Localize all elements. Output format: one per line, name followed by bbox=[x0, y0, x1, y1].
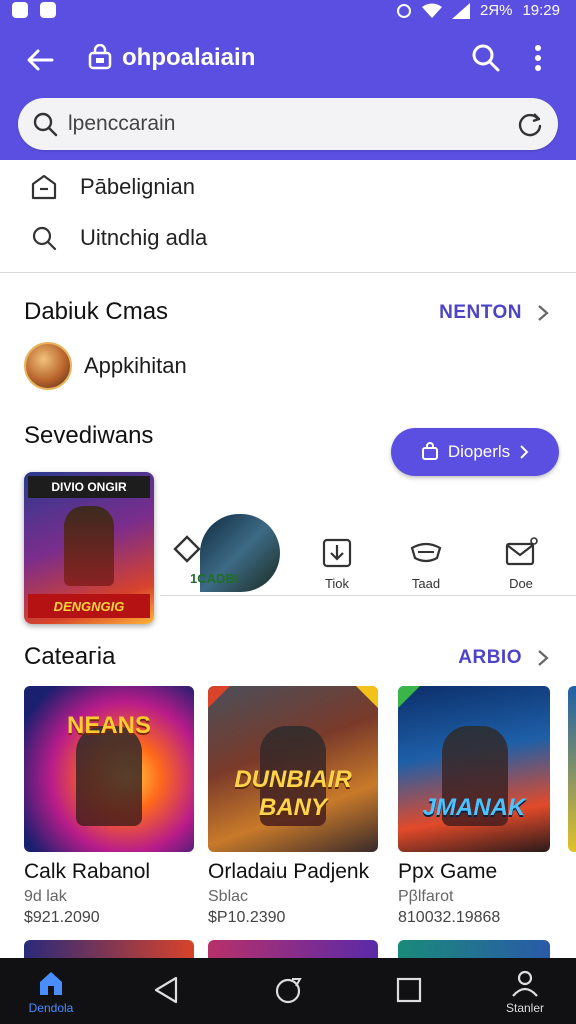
download-icon bbox=[322, 538, 352, 568]
alarm-icon bbox=[396, 3, 411, 18]
back-arrow-icon[interactable] bbox=[22, 42, 58, 78]
character-figure bbox=[76, 726, 142, 826]
bottom-navigation: Dendola Stanler bbox=[0, 958, 576, 1024]
game-meta: 9d lak bbox=[24, 888, 67, 905]
app-name: Appkihitan bbox=[84, 353, 187, 378]
download-button[interactable]: Dioperls bbox=[391, 428, 559, 476]
app-title: ohpoalaiain bbox=[86, 44, 255, 72]
search-icon[interactable] bbox=[468, 40, 504, 76]
nav-home[interactable]: Dendola bbox=[20, 968, 82, 1015]
section-title: Dabiuk Cmas bbox=[24, 298, 169, 325]
game-meta: Sblac bbox=[208, 888, 249, 905]
game-price: $921.2090 bbox=[24, 909, 100, 926]
game-art: DUNBIAIR BANY bbox=[208, 686, 378, 852]
notification-icon bbox=[12, 2, 28, 18]
featured-game-card[interactable]: DIVIO ONGIR DENGNGIG bbox=[24, 472, 154, 624]
quick-label: 1CADBI bbox=[190, 571, 239, 586]
search-icon bbox=[32, 226, 57, 251]
game-art: JMANAK bbox=[398, 686, 550, 852]
mail-icon bbox=[505, 537, 538, 566]
game-card-peek bbox=[208, 940, 378, 960]
corner-badge bbox=[208, 686, 230, 708]
more-vert-icon[interactable] bbox=[520, 40, 556, 76]
corner-badge bbox=[356, 686, 378, 708]
featured-banner: DENGNGIG bbox=[28, 594, 150, 618]
ticket-icon bbox=[410, 542, 442, 563]
quick-item-download[interactable]: Tiok bbox=[302, 514, 372, 591]
system-recents-icon[interactable] bbox=[393, 974, 425, 1006]
chat-bubble-icon bbox=[31, 174, 57, 200]
quick-item-mail[interactable]: Doe bbox=[486, 514, 556, 591]
store-icon bbox=[421, 442, 438, 460]
quick-item-game[interactable]: 1CADBI bbox=[160, 514, 280, 592]
game-meta: Pβlfarot bbox=[398, 888, 454, 905]
corner-badge bbox=[398, 686, 420, 708]
search-input[interactable] bbox=[68, 112, 516, 136]
game-price: 810032.19868 bbox=[398, 909, 501, 926]
quick-actions: 1CADBI Tiok Taad Doe bbox=[160, 514, 576, 596]
app-list-item[interactable]: Appkihitan bbox=[24, 342, 187, 390]
game-art bbox=[568, 686, 576, 852]
game-card-peek bbox=[24, 940, 194, 960]
game-card[interactable]: NEANS Calk Rabanol 9d lak $921.2090 bbox=[24, 686, 194, 927]
game-art: NEANS bbox=[24, 686, 194, 852]
store-icon bbox=[88, 44, 112, 70]
quick-label: Taad bbox=[411, 576, 441, 591]
game-art bbox=[64, 506, 114, 586]
quick-label: Doe bbox=[509, 576, 533, 591]
app-title-text: ohpoalaiain bbox=[122, 44, 256, 71]
game-price: $P10.2390 bbox=[208, 909, 286, 926]
profile-icon bbox=[512, 970, 538, 997]
chevron-right-icon bbox=[520, 445, 529, 459]
divider bbox=[0, 272, 576, 273]
download-label: Dioperls bbox=[447, 442, 511, 461]
game-art-text: NEANS bbox=[66, 712, 151, 739]
category-cards: NEANS Calk Rabanol 9d lak $921.2090 DUNB… bbox=[24, 686, 576, 946]
system-back-icon[interactable] bbox=[150, 974, 182, 1006]
home-icon bbox=[40, 972, 62, 995]
status-bar: 2Я% 19:29 bbox=[0, 0, 576, 22]
nav-profile-label: Stanler bbox=[505, 1001, 545, 1015]
chevron-right-icon bbox=[538, 305, 549, 321]
suggestion-item[interactable]: Pābelignian bbox=[0, 162, 576, 212]
suggestion-item[interactable]: Uitnchig adla bbox=[0, 213, 576, 263]
signal-icon bbox=[451, 2, 470, 19]
search-icon bbox=[33, 112, 58, 137]
section-more-link[interactable]: NENTON bbox=[439, 302, 550, 324]
diamond-icon bbox=[173, 535, 201, 563]
section-more-label: NENTON bbox=[439, 302, 522, 323]
section-title: Cateaгia bbox=[24, 643, 116, 670]
game-name: Ppx Game bbox=[398, 860, 498, 883]
quick-item-tag[interactable]: Taad bbox=[391, 514, 461, 591]
section-title: Sevediwans bbox=[24, 422, 154, 449]
app-bar: ohpoalaiain bbox=[0, 22, 576, 160]
suggestion-label: Pābelignian bbox=[80, 174, 195, 199]
quick-label: Tiok bbox=[324, 576, 350, 591]
section-more-link[interactable]: ARBIO bbox=[458, 647, 550, 669]
system-home-icon[interactable] bbox=[272, 974, 304, 1006]
refresh-icon[interactable] bbox=[516, 110, 544, 138]
battery-level: 2Я% bbox=[479, 2, 513, 19]
section-more-label: ARBIO bbox=[458, 647, 522, 668]
game-card-peek bbox=[398, 940, 550, 960]
suggestion-label: Uitnchig adla bbox=[80, 225, 208, 250]
game-name: Orladaiu Padjenk bbox=[208, 860, 370, 883]
clock: 19:29 bbox=[522, 2, 560, 19]
game-art-text: JMANAK bbox=[422, 794, 526, 821]
game-name: Calk Rabanol bbox=[24, 860, 151, 883]
wifi-icon bbox=[421, 3, 442, 18]
game-card-peek[interactable] bbox=[568, 686, 576, 852]
game-card[interactable]: DUNBIAIR BANY Orladaiu Padjenk Sblac $P1… bbox=[208, 686, 378, 927]
game-art-text: DUNBIAIR BANY bbox=[234, 766, 352, 821]
game-card[interactable]: JMANAK Ppx Game Pβlfarot 810032.19868 bbox=[398, 686, 550, 927]
nav-profile[interactable]: Stanler bbox=[494, 968, 556, 1015]
search-bar[interactable] bbox=[18, 98, 558, 150]
nav-home-label: Dendola bbox=[28, 1001, 74, 1015]
notification-icon bbox=[40, 2, 56, 18]
avatar bbox=[24, 342, 72, 390]
chevron-right-icon bbox=[538, 650, 549, 666]
featured-tag: DIVIO ONGIR bbox=[28, 476, 150, 498]
